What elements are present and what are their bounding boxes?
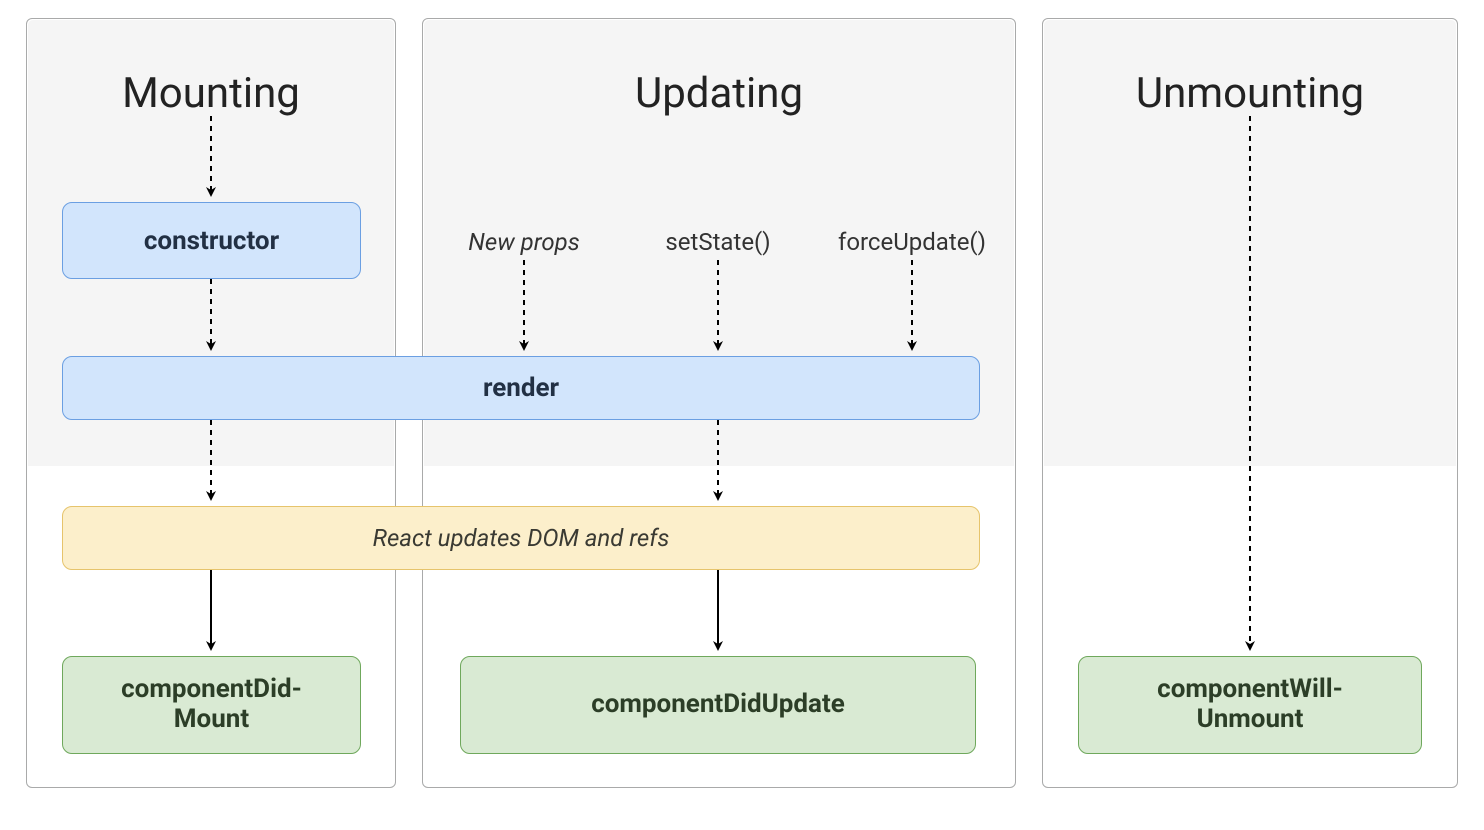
node-render: render xyxy=(62,356,980,420)
diagram-stage: Mounting Updating Unmounting New props s… xyxy=(0,0,1484,830)
node-constructor-label: constructor xyxy=(144,226,279,256)
node-react-updates-label: React updates DOM and refs xyxy=(373,524,670,552)
node-will-unmount-label: componentWill-Unmount xyxy=(1157,675,1343,735)
node-react-updates: React updates DOM and refs xyxy=(62,506,980,570)
node-will-unmount: componentWill-Unmount xyxy=(1078,656,1422,754)
trigger-force-update: forceUpdate() xyxy=(838,228,986,256)
heading-updating: Updating xyxy=(423,69,1015,118)
node-did-mount-label: componentDid-Mount xyxy=(121,675,302,735)
trigger-set-state: setState() xyxy=(665,228,770,256)
node-did-update-label: componentDidUpdate xyxy=(591,690,845,720)
heading-unmounting: Unmounting xyxy=(1043,69,1457,118)
trigger-new-props: New props xyxy=(468,228,579,256)
node-did-mount: componentDid-Mount xyxy=(62,656,361,754)
node-constructor: constructor xyxy=(62,202,361,279)
node-render-label: render xyxy=(483,373,559,403)
node-did-update: componentDidUpdate xyxy=(460,656,976,754)
heading-mounting: Mounting xyxy=(27,69,395,118)
